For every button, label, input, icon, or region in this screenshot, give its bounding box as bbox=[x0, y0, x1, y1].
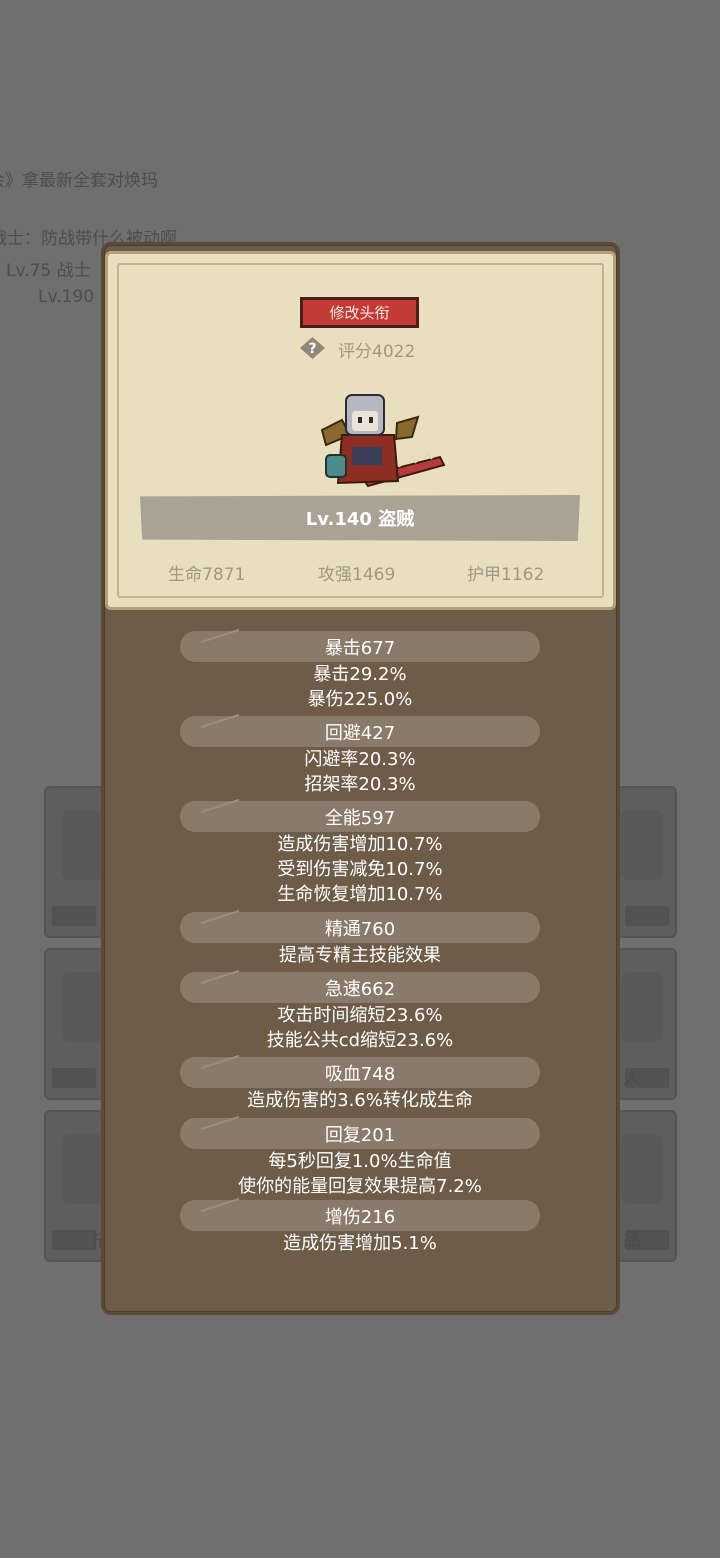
level-class-banner: Lv.140 盗贼 bbox=[140, 495, 580, 541]
equipment-slot bbox=[617, 786, 677, 938]
question-diamond-icon[interactable]: ? bbox=[299, 336, 326, 360]
attr-header-crit: 暴击677 bbox=[180, 631, 540, 662]
attr-header-haste: 急速662 bbox=[180, 972, 540, 1003]
attr-line: 攻击时间缩短23.6% bbox=[277, 1005, 443, 1026]
chat-line: 会》拿最新全套对焕玛 bbox=[0, 171, 158, 191]
score-text: 评分4022 bbox=[338, 342, 416, 362]
character-portrait bbox=[312, 385, 447, 497]
attr-header-regen: 回复201 bbox=[180, 1118, 540, 1149]
chat-line: Lv.190 bbox=[38, 287, 95, 307]
chat-line: Lv.75 战士 bbox=[6, 261, 91, 281]
attack-stat: 攻强1469 bbox=[318, 565, 396, 585]
attr-line: 暴伤225.0% bbox=[307, 689, 413, 710]
attr-line: 使你的能量回复效果提高7.2% bbox=[238, 1176, 482, 1197]
attr-line: 造成伤害的3.6%转化成生命 bbox=[247, 1090, 473, 1111]
attr-line: 每5秒回复1.0%生命值 bbox=[268, 1151, 452, 1172]
card-label: 品 bbox=[623, 1230, 641, 1251]
attr-line: 造成伤害增加5.1% bbox=[283, 1233, 437, 1254]
attr-line: 受到伤害减免10.7% bbox=[277, 859, 443, 880]
equipment-slot: 品 bbox=[617, 1110, 677, 1262]
equipment-slot: 人 bbox=[617, 948, 677, 1100]
attr-line: 招架率20.3% bbox=[304, 774, 416, 795]
armor-stat: 护甲1162 bbox=[467, 565, 545, 585]
equipment-slot bbox=[44, 786, 104, 938]
attr-header-mastery: 精通760 bbox=[180, 912, 540, 943]
attr-line: 提高专精主技能效果 bbox=[279, 945, 441, 966]
attr-header-damage: 增伤216 bbox=[180, 1200, 540, 1231]
attr-line: 生命恢复增加10.7% bbox=[277, 884, 443, 905]
card-label: 人 bbox=[623, 1068, 641, 1089]
attr-header-lifesteal: 吸血748 bbox=[180, 1057, 540, 1088]
life-stat: 生命7871 bbox=[168, 565, 246, 585]
equipment-slot bbox=[44, 948, 104, 1100]
svg-text:?: ? bbox=[308, 341, 316, 357]
attr-line: 暴击29.2% bbox=[313, 664, 407, 685]
attr-header-versatility: 全能597 bbox=[180, 801, 540, 832]
attr-line: 技能公共cd缩短23.6% bbox=[266, 1030, 454, 1051]
equipment-slot: 描 bbox=[44, 1110, 110, 1262]
attr-line: 造成伤害增加10.7% bbox=[277, 834, 443, 855]
attr-line: 闪避率20.3% bbox=[304, 749, 416, 770]
change-title-button[interactable]: 修改头衔 bbox=[300, 297, 419, 328]
attr-header-avoidance: 回避427 bbox=[180, 716, 540, 747]
